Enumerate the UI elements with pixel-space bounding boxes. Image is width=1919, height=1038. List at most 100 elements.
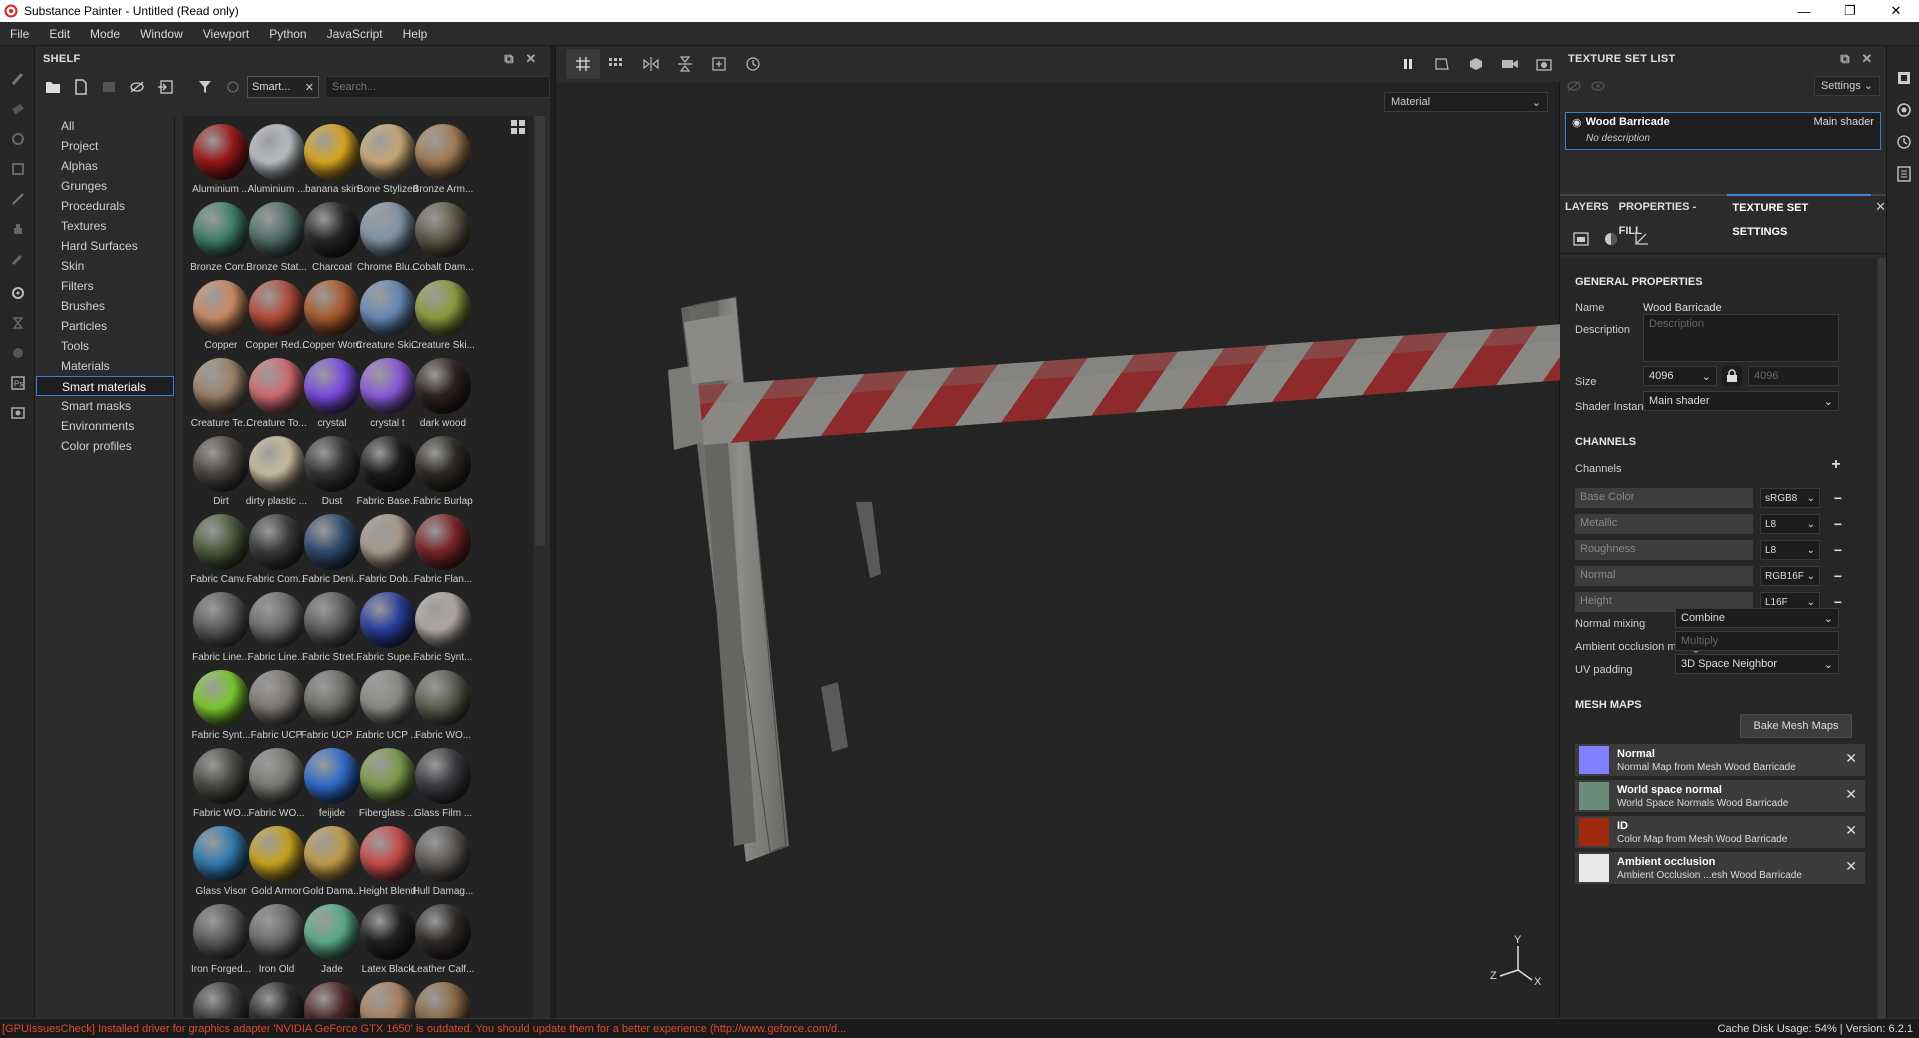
material-item[interactable]: dark wood — [409, 352, 477, 430]
channel-format-select[interactable]: L8 ⌄ — [1760, 540, 1820, 560]
shelf-category-all[interactable]: All — [35, 116, 174, 136]
menu-help[interactable]: Help — [393, 27, 438, 41]
add-view-icon[interactable] — [702, 49, 736, 79]
mirror-vertical-icon[interactable] — [668, 49, 702, 79]
shelf-category-smart-masks[interactable]: Smart masks — [35, 396, 174, 416]
normal-mixing-select[interactable]: Combine ⌄ — [1675, 608, 1839, 628]
shelf-search-input[interactable] — [325, 76, 550, 98]
projection-tool-icon[interactable] — [0, 124, 35, 154]
tab-properties-fill[interactable]: PROPERTIES - FILL — [1614, 195, 1728, 237]
shader-instance-select[interactable]: Main shader ⌄ — [1643, 391, 1839, 411]
grid-view-icon[interactable] — [511, 120, 525, 134]
close-tab-icon[interactable]: ✕ — [1875, 199, 1886, 215]
menu-mode[interactable]: Mode — [80, 27, 130, 41]
settings-tool-icon[interactable] — [0, 278, 35, 308]
undock-icon[interactable]: ⧉ — [1834, 49, 1856, 69]
shelf-category-environments[interactable]: Environments — [35, 416, 174, 436]
material-item[interactable]: Glass Film ... — [409, 742, 477, 820]
add-channel-icon[interactable]: + — [1828, 456, 1844, 476]
shelf-category-procedurals[interactable]: Procedurals — [35, 196, 174, 216]
tab-layers[interactable]: LAYERS — [1560, 195, 1614, 219]
mesh-map-item[interactable]: World space normal World Space Normals Wo… — [1575, 780, 1865, 812]
visibility-eye-icon[interactable]: ◉ — [1572, 116, 1582, 129]
camera-icon[interactable] — [1493, 49, 1527, 79]
close-shelf-icon[interactable]: ✕ — [520, 49, 542, 69]
clone-tool-icon[interactable] — [0, 214, 35, 244]
eraser-tool-icon[interactable] — [0, 94, 35, 124]
menu-javascript[interactable]: JavaScript — [317, 27, 393, 41]
remove-channel-icon[interactable]: − — [1830, 566, 1846, 586]
minimize-button[interactable]: — — [1781, 0, 1827, 22]
menu-viewport[interactable]: Viewport — [193, 27, 259, 41]
mesh-map-item[interactable]: Ambient occlusion Ambient Occlusion ...es… — [1575, 852, 1865, 884]
remove-mesh-map-icon[interactable]: ✕ — [1845, 822, 1857, 839]
uv-transform-icon[interactable] — [1626, 227, 1656, 251]
eye-icon[interactable] — [1590, 80, 1606, 92]
bake-mesh-maps-button[interactable]: Bake Mesh Maps — [1740, 714, 1852, 738]
shelf-scrollbar[interactable] — [535, 116, 545, 546]
close-window-button[interactable]: ✕ — [1873, 0, 1919, 22]
texture-set-item[interactable]: ◉ Wood Barricade Main shader No descript… — [1565, 112, 1881, 150]
shelf-category-skin[interactable]: Skin — [35, 256, 174, 276]
material-item[interactable]: Leather Calf... — [409, 898, 477, 976]
material-item[interactable]: Cobalt Dam... — [409, 196, 477, 274]
folder-icon[interactable] — [39, 74, 67, 100]
maximize-button[interactable]: ❐ — [1827, 0, 1873, 22]
mesh-map-item[interactable]: Normal Normal Map from Mesh Wood Barricad… — [1575, 744, 1865, 776]
viewport[interactable]: Material ⌄ Y Z X — [555, 46, 1561, 1018]
uv-padding-select[interactable]: 3D Space Neighbor ⌄ — [1675, 654, 1839, 674]
material-item[interactable]: Creature Ski... — [409, 274, 477, 352]
remove-channel-icon[interactable]: − — [1830, 514, 1846, 534]
shelf-category-hard-surfaces[interactable]: Hard Surfaces — [35, 236, 174, 256]
shelf-category-color-profiles[interactable]: Color profiles — [35, 436, 174, 456]
channel-format-select[interactable]: L8 ⌄ — [1760, 514, 1820, 534]
shelf-category-grunges[interactable]: Grunges — [35, 176, 174, 196]
shelf-category-alphas[interactable]: Alphas — [35, 156, 174, 176]
status-message[interactable]: [GPUIssuesCheck] Installed driver for gr… — [0, 1023, 1718, 1035]
geometry-mask-tool-icon[interactable] — [0, 154, 35, 184]
display-settings-icon[interactable] — [1887, 94, 1919, 126]
shelf-category-project[interactable]: Project — [35, 136, 174, 156]
properties-scrollbar[interactable] — [1878, 258, 1886, 1018]
shelf-category-brushes[interactable]: Brushes — [35, 296, 174, 316]
log-icon[interactable] — [1887, 158, 1919, 190]
channel-format-select[interactable]: RGB16F ⌄ — [1760, 566, 1820, 586]
list-view-icon[interactable] — [95, 74, 123, 100]
tab-texture-set-settings[interactable]: TEXTURE SET SETTINGS — [1727, 194, 1872, 238]
settings-dropdown[interactable]: Settings ⌄ — [1813, 76, 1880, 96]
menu-edit[interactable]: Edit — [39, 27, 80, 41]
grid-toggle-icon[interactable] — [566, 49, 600, 79]
tile-view-icon[interactable] — [600, 49, 634, 79]
eye-off-icon[interactable] — [1566, 80, 1582, 92]
remove-filter-icon[interactable]: ✕ — [305, 81, 314, 94]
remove-channel-icon[interactable]: − — [1830, 488, 1846, 508]
shelf-category-particles[interactable]: Particles — [35, 316, 174, 336]
menu-python[interactable]: Python — [259, 27, 316, 41]
shelf-category-tools[interactable]: Tools — [35, 336, 174, 356]
menu-window[interactable]: Window — [130, 27, 193, 41]
size-select[interactable]: 4096 ⌄ — [1643, 366, 1717, 386]
import-icon[interactable] — [151, 74, 179, 100]
ao-mixing-select[interactable]: Multiply — [1675, 631, 1839, 651]
remove-mesh-map-icon[interactable]: ✕ — [1845, 750, 1857, 767]
mirror-horizontal-icon[interactable] — [634, 49, 668, 79]
paint-brush-tool-icon[interactable] — [0, 64, 35, 94]
shelf-category-materials[interactable]: Materials — [35, 356, 174, 376]
bake-tool-icon[interactable] — [0, 308, 35, 338]
channel-format-select[interactable]: sRGB8 ⌄ — [1760, 488, 1820, 508]
remove-channel-icon[interactable]: − — [1830, 540, 1846, 560]
shelf-category-filters[interactable]: Filters — [35, 276, 174, 296]
pause-icon[interactable] — [1391, 49, 1425, 79]
view-3d-icon[interactable] — [1459, 49, 1493, 79]
close-texture-set-list-icon[interactable]: ✕ — [1856, 49, 1878, 69]
screenshot-icon[interactable] — [1527, 49, 1561, 79]
material-ball-icon[interactable] — [1596, 227, 1626, 251]
photoshop-export-icon[interactable]: Ps — [0, 368, 35, 398]
history-icon[interactable] — [736, 49, 770, 79]
name-value[interactable]: Wood Barricade — [1643, 302, 1722, 314]
history-icon[interactable] — [1887, 126, 1919, 158]
new-item-icon[interactable] — [67, 74, 95, 100]
lock-icon[interactable] — [1722, 366, 1742, 386]
size-height-field[interactable]: 4096 — [1748, 366, 1839, 386]
material-item[interactable] — [409, 976, 477, 1018]
